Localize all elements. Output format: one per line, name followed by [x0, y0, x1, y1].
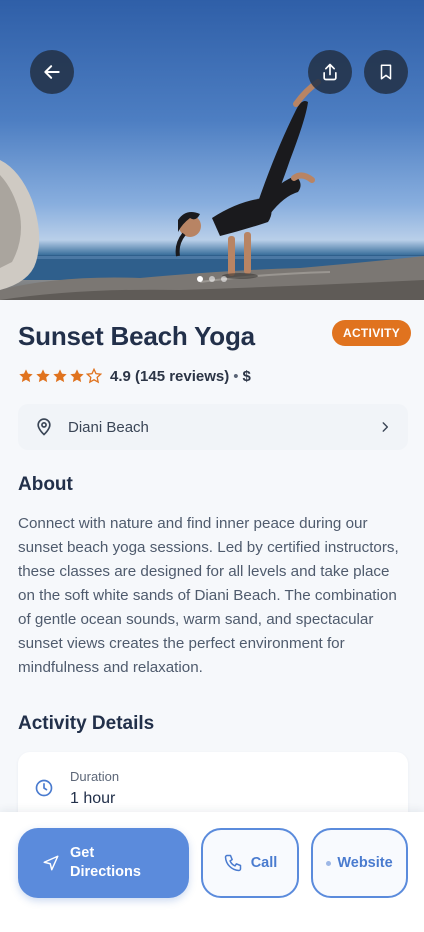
place-title: Sunset Beach Yoga — [18, 321, 255, 351]
globe-icon — [326, 860, 332, 866]
call-button[interactable]: Call — [201, 828, 299, 898]
website-label: Website — [337, 855, 393, 871]
separator: • — [233, 367, 239, 385]
hero-image — [0, 0, 424, 300]
map-pin-icon — [37, 418, 51, 436]
rating-text: 4.9 (145 reviews) — [110, 367, 230, 385]
share-button[interactable] — [308, 50, 352, 94]
category-badge: ACTIVITY — [332, 320, 412, 346]
star-filled-icon — [19, 369, 33, 383]
phone-icon — [224, 854, 241, 872]
carousel-dot[interactable] — [221, 276, 227, 282]
share-icon — [323, 63, 337, 81]
carousel-dot[interactable] — [209, 276, 215, 282]
star-rating — [18, 368, 102, 384]
carousel-indicators — [0, 276, 424, 282]
rating-row: 4.9 (145 reviews) • $ — [18, 365, 251, 387]
call-label: Call — [250, 855, 278, 871]
bookmark-icon — [380, 64, 392, 80]
chevron-right-icon — [382, 422, 389, 432]
star-filled-icon — [53, 369, 67, 383]
price-level: $ — [242, 367, 251, 385]
star-filled-icon — [36, 369, 50, 383]
yoga-photo — [0, 79, 424, 300]
carousel-dot[interactable] — [197, 276, 203, 282]
bookmark-button[interactable] — [364, 50, 408, 94]
back-button[interactable] — [30, 50, 74, 94]
navigation-icon — [43, 855, 59, 871]
star-outline-icon — [86, 368, 102, 384]
about-description: Connect with nature and find inner peace… — [18, 515, 399, 676]
action-bar: Get Directions Call Website — [0, 812, 424, 932]
get-directions-label: Get Directions — [70, 845, 141, 880]
location-label: Diani Beach — [68, 418, 149, 436]
activity-details-heading: Activity Details — [18, 713, 155, 734]
detail-label: Duration — [70, 769, 120, 784]
clock-icon — [35, 779, 53, 797]
star-filled-icon — [70, 369, 84, 383]
website-button[interactable]: Website — [311, 828, 408, 898]
get-directions-button[interactable]: Get Directions — [18, 828, 189, 898]
about-heading: About — [18, 474, 73, 495]
detail-value: 1 hour — [70, 790, 116, 807]
arrow-left-icon — [44, 65, 60, 79]
location-row[interactable]: Diani Beach — [18, 404, 408, 450]
